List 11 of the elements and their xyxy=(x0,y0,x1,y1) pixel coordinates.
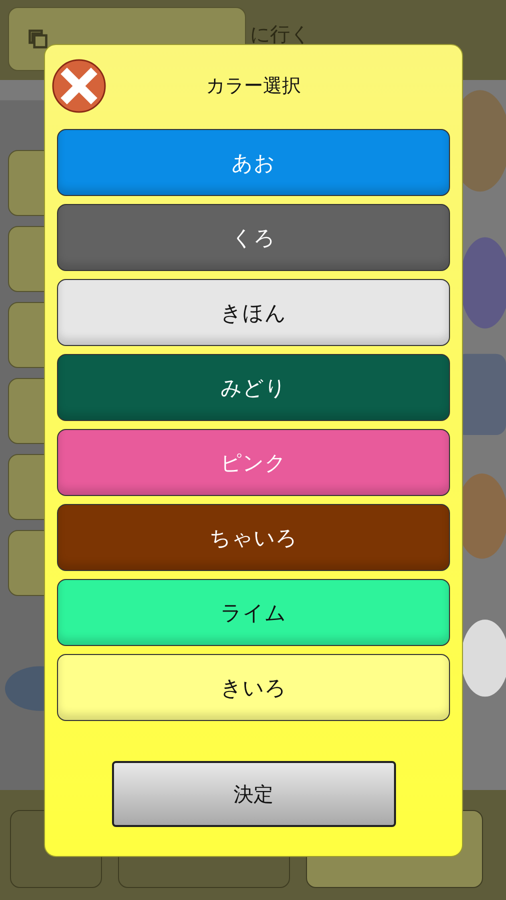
color-option-button[interactable]: あお xyxy=(57,129,450,196)
color-option-button[interactable]: きいろ xyxy=(57,654,450,721)
close-icon[interactable] xyxy=(51,58,107,114)
color-option-button[interactable]: くろ xyxy=(57,204,450,271)
color-option-button[interactable]: ちゃいろ xyxy=(57,504,450,571)
color-option-button[interactable]: ライム xyxy=(57,579,450,646)
confirm-button[interactable]: 決定 xyxy=(112,761,396,827)
color-option-button[interactable]: みどり xyxy=(57,354,450,421)
dialog-title: カラー選択 xyxy=(205,74,302,99)
pages-icon xyxy=(27,28,49,50)
color-option-button[interactable]: きほん xyxy=(57,279,450,346)
